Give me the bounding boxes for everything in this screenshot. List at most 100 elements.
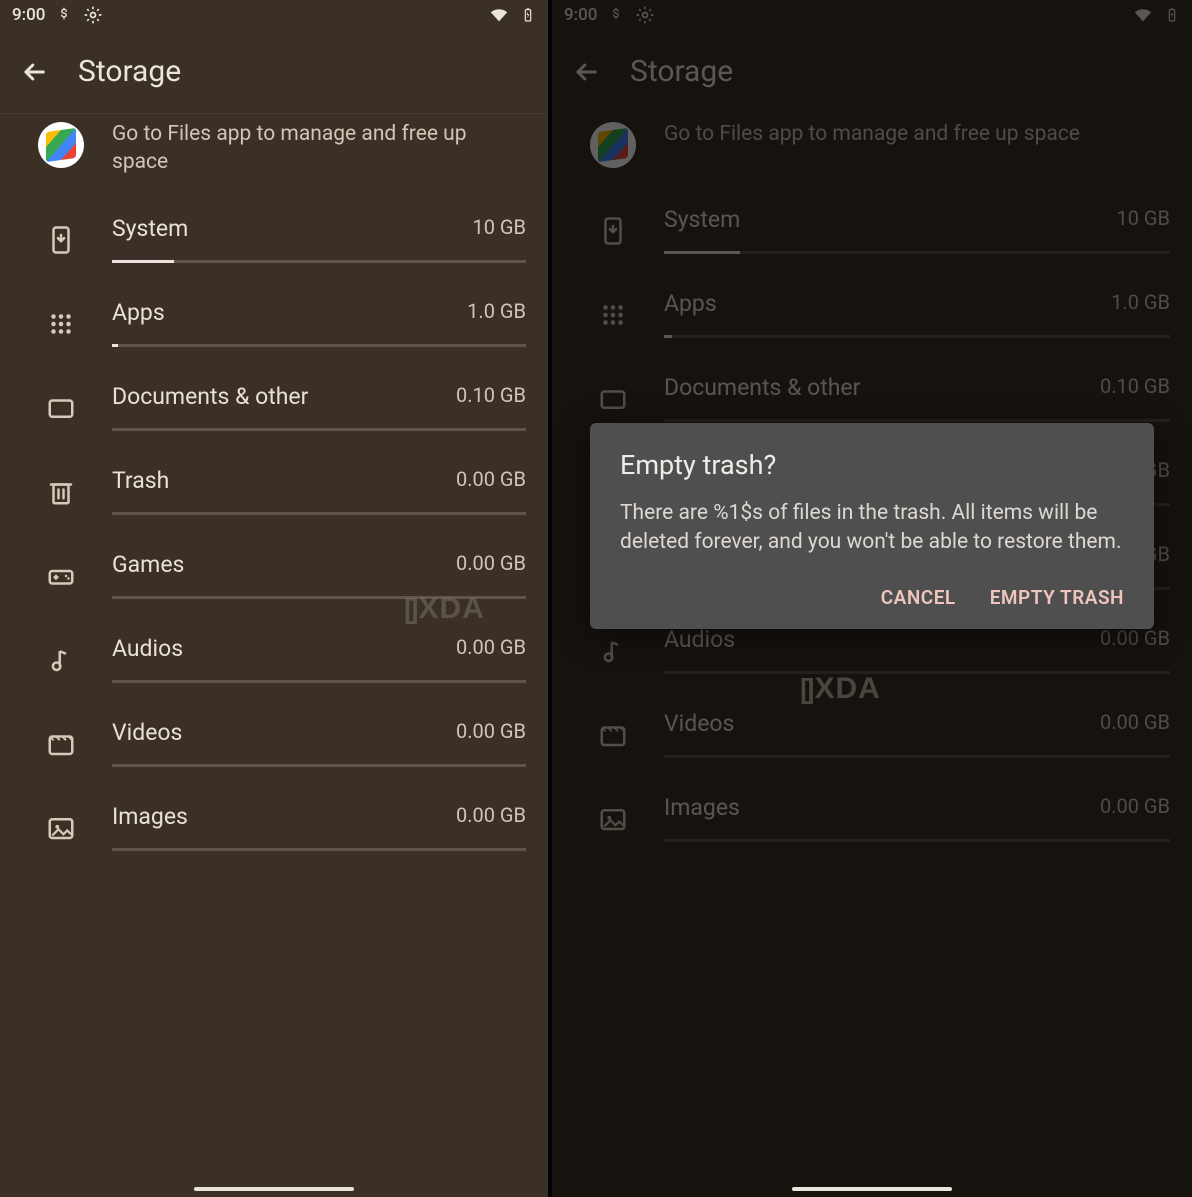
- files-app-icon: [38, 122, 84, 168]
- category-size: 10 GB: [1116, 206, 1170, 233]
- grid-icon: [590, 290, 636, 330]
- category-size: 10 GB: [472, 215, 526, 242]
- app-bar: Storage: [552, 30, 1192, 114]
- page-title: Storage: [78, 54, 181, 89]
- back-icon[interactable]: [572, 58, 600, 86]
- category-row-music[interactable]: Audios 0.00 GB: [0, 617, 548, 701]
- status-gear-icon: [83, 5, 103, 25]
- category-bar: [112, 848, 526, 851]
- category-name: System: [112, 215, 188, 242]
- status-battery-icon: [1164, 4, 1180, 26]
- category-size: 0.00 GB: [1100, 626, 1170, 653]
- image-icon: [590, 794, 636, 834]
- category-size: 0.00 GB: [1100, 794, 1170, 821]
- category-size: 0.00 GB: [456, 467, 526, 494]
- image-icon: [38, 803, 84, 843]
- files-tip-text: Go to Files app to manage and free up sp…: [112, 120, 526, 177]
- screen-storage-dialog: 9:00 Storage Go to Files app to manage a…: [552, 0, 1192, 1197]
- music-icon: [38, 635, 84, 675]
- storage-content: Go to Files app to manage and free up sp…: [0, 114, 548, 869]
- category-bar: [112, 428, 526, 431]
- status-time: 9:00: [12, 5, 45, 25]
- category-name: Apps: [112, 299, 165, 326]
- category-row-phone-down[interactable]: System 10 GB: [552, 188, 1192, 272]
- status-s-icon: [607, 6, 625, 24]
- category-row-folder[interactable]: Documents & other 0.10 GB: [0, 365, 548, 449]
- category-row-grid[interactable]: Apps 1.0 GB: [0, 281, 548, 365]
- page-title: Storage: [630, 54, 733, 89]
- category-bar: [112, 344, 526, 347]
- category-size: 1.0 GB: [467, 299, 526, 326]
- empty-trash-dialog: Empty trash? There are %1$s of files in …: [590, 423, 1154, 629]
- category-bar: [112, 764, 526, 767]
- phone-down-icon: [590, 206, 636, 246]
- status-wifi-icon: [488, 4, 510, 26]
- xda-watermark: XDA: [404, 592, 485, 626]
- dialog-title: Empty trash?: [620, 449, 1124, 481]
- grid-icon: [38, 299, 84, 339]
- category-name: Audios: [112, 635, 183, 662]
- category-row-video[interactable]: Videos 0.00 GB: [0, 701, 548, 785]
- status-gear-icon: [635, 5, 655, 25]
- trash-icon: [38, 467, 84, 507]
- category-name: Documents & other: [664, 374, 860, 401]
- status-bar: 9:00: [0, 0, 548, 30]
- category-bar: [664, 419, 1170, 422]
- xda-watermark: XDA: [800, 672, 881, 706]
- category-size: 0.00 GB: [456, 635, 526, 662]
- files-tip-row[interactable]: Go to Files app to manage and free up sp…: [552, 114, 1192, 188]
- category-bar: [112, 680, 526, 683]
- category-size: 0.00 GB: [456, 719, 526, 746]
- category-name: Videos: [664, 710, 734, 737]
- dialog-cancel-button[interactable]: CANCEL: [881, 586, 956, 609]
- files-app-icon: [590, 122, 636, 168]
- phone-down-icon: [38, 215, 84, 255]
- category-row-image[interactable]: Images 0.00 GB: [0, 785, 548, 869]
- files-tip-text: Go to Files app to manage and free up sp…: [664, 120, 1080, 168]
- nav-handle[interactable]: [792, 1187, 952, 1191]
- files-tip-row[interactable]: Go to Files app to manage and free up sp…: [0, 114, 548, 197]
- category-bar: [664, 839, 1170, 842]
- category-bar: [664, 755, 1170, 758]
- back-icon[interactable]: [20, 58, 48, 86]
- category-name: Images: [112, 803, 188, 830]
- status-battery-icon: [520, 4, 536, 26]
- category-bar: [112, 260, 526, 263]
- gamepad-icon: [38, 551, 84, 591]
- category-name: Trash: [112, 467, 169, 494]
- category-bar: [664, 335, 1170, 338]
- video-icon: [38, 719, 84, 759]
- category-size: 0.00 GB: [456, 803, 526, 830]
- category-bar: [112, 512, 526, 515]
- category-row-trash[interactable]: Trash 0.00 GB: [0, 449, 548, 533]
- category-name: Videos: [112, 719, 182, 746]
- screen-storage: 9:00 Storage Go to Files app to manage a…: [0, 0, 548, 1197]
- category-name: Documents & other: [112, 383, 308, 410]
- category-name: Images: [664, 794, 740, 821]
- music-icon: [590, 626, 636, 666]
- category-bar: [664, 671, 1170, 674]
- category-size: 0.10 GB: [456, 383, 526, 410]
- category-bar: [664, 251, 1170, 254]
- folder-icon: [590, 374, 636, 414]
- status-time: 9:00: [564, 5, 597, 25]
- category-row-image[interactable]: Images 0.00 GB: [552, 776, 1192, 860]
- category-size: 0.10 GB: [1100, 374, 1170, 401]
- status-bar: 9:00: [552, 0, 1192, 30]
- category-row-grid[interactable]: Apps 1.0 GB: [552, 272, 1192, 356]
- nav-handle[interactable]: [194, 1187, 354, 1191]
- dialog-confirm-button[interactable]: EMPTY TRASH: [990, 586, 1124, 609]
- category-size: 0.00 GB: [1100, 710, 1170, 737]
- category-name: Apps: [664, 290, 717, 317]
- category-size: 0.00 GB: [456, 551, 526, 578]
- category-name: Audios: [664, 626, 735, 653]
- category-row-phone-down[interactable]: System 10 GB: [0, 197, 548, 281]
- category-name: System: [664, 206, 740, 233]
- category-name: Games: [112, 551, 184, 578]
- folder-icon: [38, 383, 84, 423]
- status-wifi-icon: [1132, 4, 1154, 26]
- category-size: 1.0 GB: [1111, 290, 1170, 317]
- video-icon: [590, 710, 636, 750]
- app-bar: Storage: [0, 30, 548, 114]
- status-s-icon: [55, 6, 73, 24]
